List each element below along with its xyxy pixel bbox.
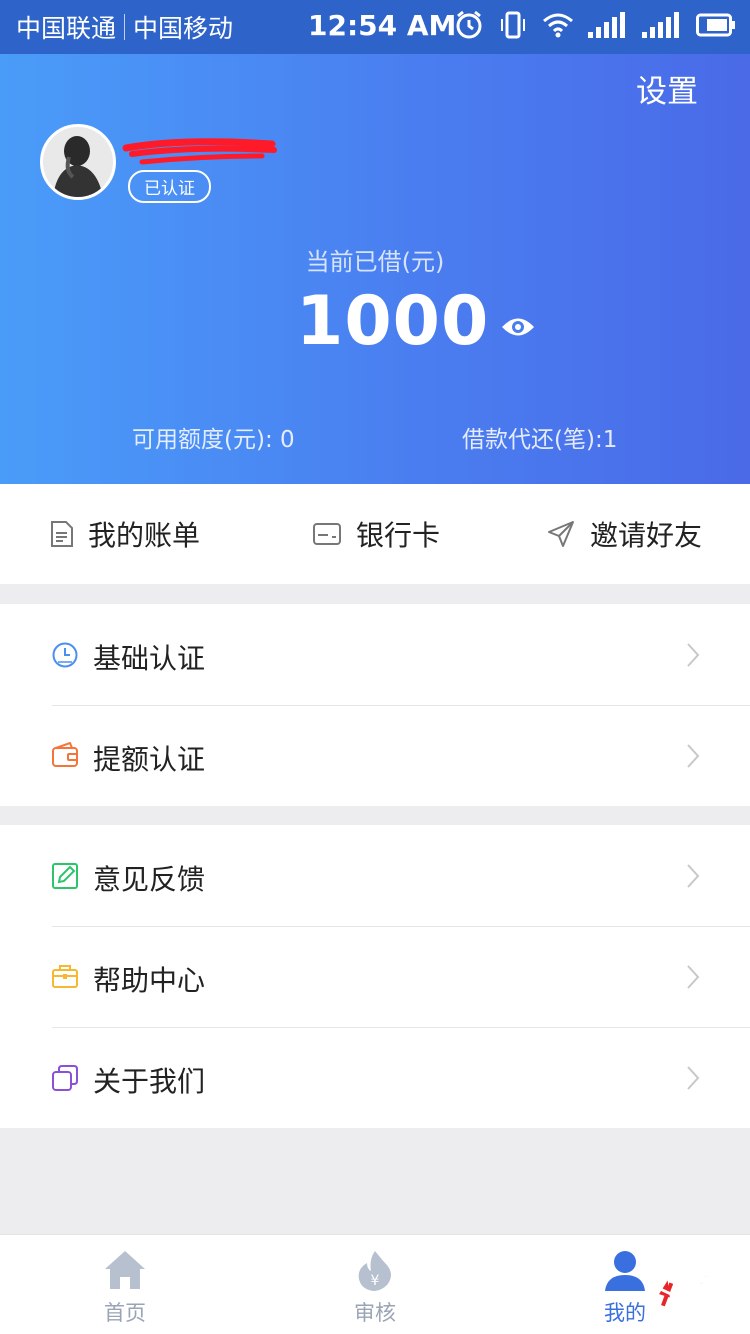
chevron-right-icon [687, 965, 700, 989]
tab-home[interactable]: 首页 [45, 1235, 205, 1334]
svg-text:¥: ¥ [371, 1273, 380, 1289]
credit-increase-label: 提额认证 [93, 743, 206, 776]
chevron-right-icon [687, 1066, 700, 1090]
invite-friends-button[interactable]: 邀请好友 [546, 484, 702, 584]
yen-flame-icon: ¥ [358, 1251, 391, 1291]
redacted-username [122, 138, 277, 165]
user-icon [605, 1251, 645, 1291]
status-icons [454, 10, 736, 40]
chevron-right-icon [687, 864, 700, 888]
verified-badge: 已认证 [128, 170, 211, 203]
wifi-icon [543, 13, 573, 38]
send-icon [548, 521, 574, 547]
edit-icon [52, 863, 78, 889]
briefcase-icon [52, 965, 78, 988]
my-bills-button[interactable]: 我的账单 [50, 484, 200, 584]
status-time: 12:54 AM [308, 9, 457, 42]
my-bills-label: 我的账单 [88, 519, 201, 552]
svg-text:卡农社区: 卡农社区 [671, 1243, 746, 1299]
signal-2-icon [642, 12, 679, 38]
avatar[interactable] [40, 124, 116, 200]
available-credit: 可用额度(元): 0 [132, 427, 295, 453]
clock-icon [52, 642, 78, 668]
settings-button[interactable]: 设置 [636, 66, 698, 111]
vibrate-icon [501, 11, 525, 39]
copy-icon [52, 1065, 78, 1091]
carrier-2: 中国移动 [133, 14, 234, 43]
eye-icon[interactable] [500, 314, 536, 340]
signal-1-icon [588, 12, 625, 38]
account-header: 设置 已认证 当前已借(元) 1000 可用额度(元): 0 借款代还(笔):1 [0, 54, 750, 484]
chevron-right-icon [687, 744, 700, 768]
basic-verification-label: 基础认证 [93, 642, 206, 675]
tab-review[interactable]: ¥ 审核 [295, 1235, 455, 1334]
borrowed-amount-label: 当前已借(元) [305, 248, 445, 276]
carrier-separator [124, 14, 126, 40]
feedback-item[interactable]: 意见反馈 [0, 825, 750, 926]
status-bar: 中国联通 中国移动 12:54 AM [0, 0, 750, 54]
avatar-image [43, 127, 113, 197]
watermark-logo: 卡农社区 [657, 1243, 746, 1307]
borrowed-amount-value: 1000 [296, 282, 490, 361]
about-us-item[interactable]: 关于我们 [0, 1027, 750, 1128]
tab-home-label: 首页 [104, 1301, 146, 1325]
tab-review-label: 审核 [354, 1301, 396, 1325]
bank-card-button[interactable]: 银行卡 [312, 484, 440, 584]
repay-count: 借款代还(笔):1 [462, 427, 618, 453]
about-us-label: 关于我们 [93, 1065, 206, 1098]
bottom-tab-bar: 首页 ¥ 审核 我的 [0, 1234, 750, 1334]
support-menu: 意见反馈 帮助中心 关于我们 [0, 825, 750, 1128]
bank-card-label: 银行卡 [356, 519, 441, 552]
quick-actions: 我的账单 银行卡 邀请好友 [0, 484, 750, 584]
verification-menu: 基础认证 提额认证 [0, 604, 750, 806]
wallet-icon [52, 742, 78, 767]
carrier-1: 中国联通 [16, 14, 117, 43]
alarm-icon [456, 10, 482, 39]
credit-increase-item[interactable]: 提额认证 [0, 705, 750, 806]
feedback-label: 意见反馈 [93, 863, 206, 896]
basic-verification-item[interactable]: 基础认证 [0, 604, 750, 705]
battery-icon [696, 13, 735, 37]
document-icon [51, 521, 73, 547]
invite-friends-label: 邀请好友 [590, 519, 703, 552]
help-center-label: 帮助中心 [93, 964, 206, 997]
help-center-item[interactable]: 帮助中心 [0, 926, 750, 1027]
carrier-names: 中国联通 中国移动 [16, 9, 233, 45]
card-icon [313, 523, 341, 545]
home-icon [105, 1251, 145, 1289]
chevron-right-icon [687, 643, 700, 667]
